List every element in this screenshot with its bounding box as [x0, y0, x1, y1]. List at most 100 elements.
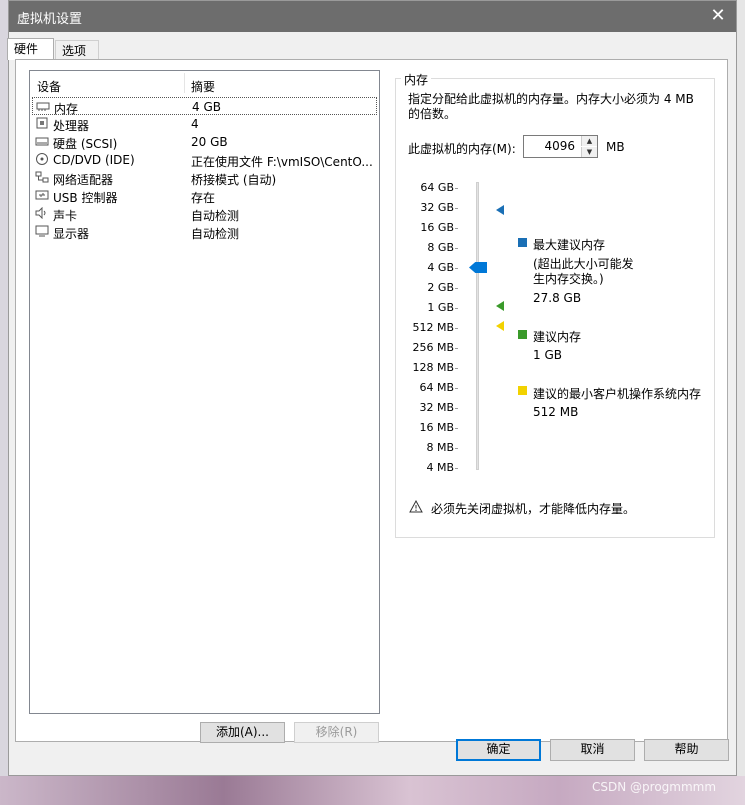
disk-icon — [35, 135, 49, 147]
scale-label: 32 MB — [419, 401, 454, 414]
device-name: 显示器 — [53, 227, 90, 241]
memory-value[interactable]: 4096 — [544, 139, 575, 153]
sound-icon — [35, 206, 49, 220]
device-summary: 桥接模式 (自动) — [191, 173, 277, 187]
scale-tick — [455, 308, 458, 309]
scale-label: 2 GB — [427, 281, 454, 294]
scale-tick — [455, 328, 458, 329]
add-device-button[interactable]: 添加(A)... — [200, 722, 285, 743]
scale-label: 64 GB — [420, 181, 454, 194]
scale-label: 256 MB — [412, 341, 454, 354]
device-list[interactable]: 设备 摘要 内存 4 GB 处理器 4 硬盘 (SCSI) 20 GB CD/D… — [29, 70, 380, 714]
chevron-down-icon[interactable]: ▼ — [581, 147, 597, 157]
tab-options[interactable]: 选项 — [55, 40, 99, 60]
min-memory-value: 512 MB — [533, 405, 579, 419]
max-memory-value: 27.8 GB — [533, 291, 582, 305]
network-icon — [35, 171, 49, 183]
memory-field-label: 此虚拟机的内存(M): — [408, 142, 516, 156]
recommended-memory-title: 建议内存 — [533, 330, 582, 344]
title-bar: 虚拟机设置 ✕ — [9, 1, 736, 32]
device-summary: 4 — [191, 117, 199, 131]
recommended-memory-legend-swatch — [518, 330, 527, 339]
window-title: 虚拟机设置 — [17, 12, 83, 27]
device-name: CD/DVD (IDE) — [53, 153, 135, 167]
memory-group-title: 内存 — [401, 71, 432, 88]
device-row-usb-controller[interactable]: USB 控制器 存在 — [32, 187, 377, 205]
min-memory-marker-icon — [496, 321, 504, 331]
device-name: 处理器 — [53, 119, 90, 133]
scale-label: 4 GB — [427, 261, 454, 274]
scale-tick — [455, 268, 458, 269]
device-summary: 自动检测 — [191, 209, 240, 223]
tab-hardware[interactable]: 硬件 — [7, 38, 54, 60]
scale-label: 64 MB — [419, 381, 454, 394]
memory-stepper[interactable]: 4096 ▲ ▼ — [523, 135, 598, 158]
device-name: USB 控制器 — [53, 191, 118, 205]
close-icon[interactable]: ✕ — [706, 4, 730, 28]
device-summary: 自动检测 — [191, 227, 240, 241]
usb-icon — [35, 189, 49, 201]
watermark: CSDN @progmmmm — [592, 780, 717, 794]
max-memory-marker-icon — [496, 205, 504, 215]
scale-tick — [455, 408, 458, 409]
scale-label: 16 GB — [420, 221, 454, 234]
device-summary: 正在使用文件 F:\vmISO\CentO... — [191, 155, 373, 169]
scale-label: 8 MB — [426, 441, 454, 454]
display-icon — [35, 225, 49, 237]
scale-tick — [455, 228, 458, 229]
scale-label: 512 MB — [412, 321, 454, 334]
ok-button[interactable]: 确定 — [456, 739, 541, 761]
min-memory-legend-swatch — [518, 386, 527, 395]
scale-tick — [455, 368, 458, 369]
device-summary: 20 GB — [191, 135, 228, 149]
column-header-summary[interactable]: 摘要 — [191, 78, 215, 95]
scale-label: 16 MB — [419, 421, 454, 434]
cd-dvd-icon — [35, 153, 49, 165]
device-row-sound-card[interactable]: 声卡 自动检测 — [32, 205, 377, 223]
memory-unit: MB — [606, 140, 625, 154]
device-name: 硬盘 (SCSI) — [53, 137, 118, 151]
scale-tick — [455, 388, 458, 389]
scale-label: 8 GB — [427, 241, 454, 254]
scale-tick — [455, 208, 458, 209]
scale-tick — [455, 468, 458, 469]
max-memory-note: (超出此大小可能发生内存交换。) — [533, 257, 634, 286]
scale-label: 32 GB — [420, 201, 454, 214]
column-divider — [184, 73, 185, 93]
scale-label: 4 MB — [426, 461, 454, 474]
memory-description: 指定分配给此虚拟机的内存量。内存大小必须为 4 MB 的倍数。 — [408, 92, 694, 121]
recommended-memory-value: 1 GB — [533, 348, 562, 362]
device-row-processor[interactable]: 处理器 4 — [32, 115, 377, 133]
device-row-hard-disk[interactable]: 硬盘 (SCSI) 20 GB — [32, 133, 377, 151]
scale-label: 1 GB — [427, 301, 454, 314]
scale-tick — [455, 188, 458, 189]
max-memory-title: 最大建议内存 — [533, 238, 606, 252]
device-row-cd-dvd[interactable]: CD/DVD (IDE) 正在使用文件 F:\vmISO\CentO... — [32, 151, 377, 169]
remove-device-button[interactable]: 移除(R) — [294, 722, 379, 743]
device-row-display[interactable]: 显示器 自动检测 — [32, 223, 377, 241]
device-name: 网络适配器 — [53, 173, 114, 187]
memory-icon — [36, 100, 50, 112]
memory-slider-track[interactable] — [476, 182, 479, 470]
column-header-device[interactable]: 设备 — [37, 78, 61, 95]
device-name: 声卡 — [53, 209, 78, 223]
scale-tick — [455, 428, 458, 429]
device-row-network-adapter[interactable]: 网络适配器 桥接模式 (自动) — [32, 169, 377, 187]
cpu-icon — [35, 117, 49, 129]
device-summary: 4 GB — [192, 100, 221, 114]
cancel-button[interactable]: 取消 — [550, 739, 635, 761]
scale-tick — [455, 248, 458, 249]
device-row-memory[interactable]: 内存 4 GB — [32, 97, 377, 116]
scale-tick — [455, 448, 458, 449]
help-button[interactable]: 帮助 — [644, 739, 729, 761]
device-summary: 存在 — [191, 191, 216, 205]
recommended-memory-marker-icon — [496, 301, 504, 311]
scale-tick — [455, 288, 458, 289]
memory-warning-text: 必须先关闭虚拟机，才能降低内存量。 — [431, 502, 636, 516]
max-memory-legend-swatch — [518, 238, 527, 247]
scale-label: 128 MB — [412, 361, 454, 374]
min-memory-title: 建议的最小客户机操作系统内存 — [533, 387, 702, 401]
scale-tick — [455, 348, 458, 349]
chevron-up-icon[interactable]: ▲ — [581, 136, 597, 146]
warning-icon — [409, 499, 423, 513]
